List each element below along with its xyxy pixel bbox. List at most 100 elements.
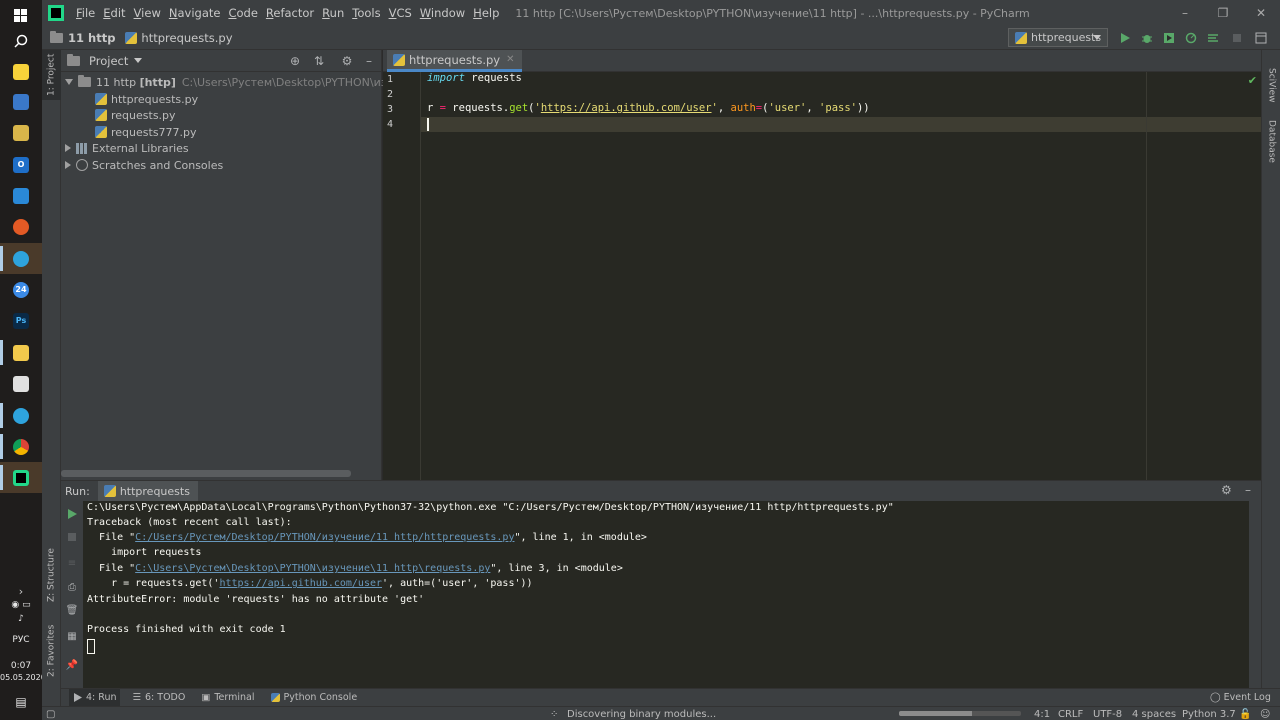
code-text-area[interactable]: import requests r = requests.get('https:…	[421, 72, 1261, 480]
url-link[interactable]: https://api.github.com/user	[219, 578, 382, 589]
tray-icons[interactable]: ◉ ▭	[0, 600, 42, 610]
tree-root[interactable]: 11 http [http] C:\Users\Рустем\Desktop\P…	[65, 74, 431, 90]
menu-code[interactable]: Code	[224, 6, 261, 20]
file-encoding[interactable]: UTF-8	[1093, 707, 1122, 720]
hide-panel-icon[interactable]: –	[1245, 483, 1251, 497]
tab-database-tool[interactable]: Database	[1262, 114, 1280, 168]
menu-tools[interactable]: Tools	[348, 6, 384, 20]
gear-icon[interactable]: ⚙	[340, 54, 354, 68]
menu-help[interactable]: Help	[469, 6, 503, 20]
taskbar-tools-app[interactable]	[0, 117, 42, 148]
concurrency-button[interactable]	[1206, 31, 1220, 45]
taskbar-network-app[interactable]	[0, 86, 42, 117]
stop-button[interactable]	[1230, 31, 1244, 45]
run-icon	[1121, 33, 1130, 43]
tree-file-requests[interactable]: requests.py	[95, 107, 176, 123]
taskbar-sticky-notes[interactable]	[0, 56, 42, 87]
tree-external-libraries[interactable]: External Libraries	[65, 140, 189, 156]
print-button[interactable]: ⎙	[66, 581, 78, 593]
tab-project-tool[interactable]: 1: Project	[42, 50, 61, 100]
project-panel-title[interactable]: Project	[89, 54, 128, 68]
debug-button[interactable]	[1140, 31, 1154, 45]
locate-target-icon[interactable]: ⊕	[288, 54, 302, 68]
tool-tab-python-console[interactable]: Python Console	[267, 689, 362, 707]
taskbar-outlook[interactable]: O	[0, 149, 42, 180]
tab-sciview-tool[interactable]: SciView	[1262, 64, 1280, 106]
tool-tab-event-log[interactable]: ◯ Event Log	[1206, 689, 1275, 707]
profile-button[interactable]	[1184, 31, 1198, 45]
gear-icon[interactable]: ⚙	[1221, 483, 1232, 497]
notifications-face-icon[interactable]: ☺	[1260, 707, 1270, 720]
menu-edit[interactable]: Edit	[99, 6, 129, 20]
menu-run[interactable]: Run	[318, 6, 348, 20]
taskbar-telegram-2[interactable]	[0, 400, 42, 431]
run-button[interactable]	[1118, 31, 1132, 45]
menu-file[interactable]: File	[72, 6, 99, 20]
editor-tab-httprequests[interactable]: httprequests.py ✕	[387, 50, 523, 72]
layout-button[interactable]: ▦	[66, 630, 78, 642]
project-structure-button[interactable]	[1254, 31, 1268, 45]
breadcrumb-file[interactable]: httprequests.py	[125, 31, 233, 45]
tool-tab-run[interactable]: 4: Run	[69, 688, 121, 707]
clear-console-button[interactable]: 🗑	[66, 604, 79, 616]
menu-refactor[interactable]: Refactor	[262, 6, 318, 20]
close-button[interactable]: ✕	[1242, 0, 1280, 26]
taskbar-photoshop[interactable]: Ps	[0, 305, 42, 336]
pin-button[interactable]: 📌	[66, 659, 78, 671]
notifications-icon[interactable]: ▤	[0, 695, 42, 709]
console-output[interactable]: C:\Users\Рустем\AppData\Local\Programs\P…	[83, 501, 1249, 689]
menu-vcs[interactable]: VCS	[385, 6, 416, 20]
stop-button[interactable]	[66, 531, 78, 543]
chevron-down-icon[interactable]	[134, 58, 143, 63]
indent-setting[interactable]: 4 spaces	[1132, 707, 1176, 720]
tray-expand-icon[interactable]: ›	[0, 585, 42, 598]
language-indicator[interactable]: РУС	[0, 635, 42, 645]
hide-panel-icon[interactable]: –	[362, 54, 376, 68]
taskbar-telegram[interactable]	[0, 243, 42, 274]
tab-structure-tool[interactable]: Z: Structure	[42, 540, 61, 610]
python-interpreter[interactable]: Python 3.7	[1182, 707, 1236, 720]
tree-file-httprequests[interactable]: httprequests.py	[95, 91, 198, 107]
collapse-all-icon[interactable]: ⇅	[312, 54, 326, 68]
console-input-caret[interactable]	[87, 639, 95, 654]
traceback-link[interactable]: C:/Users/Рустем/Desktop/PYTHON/изучение/…	[135, 532, 514, 543]
right-margin-guide	[1146, 72, 1147, 480]
menu-navigate[interactable]: Navigate	[165, 6, 225, 20]
tree-file-requests777[interactable]: requests777.py	[95, 124, 197, 140]
tool-tab-todo[interactable]: ☰ 6: TODO	[128, 689, 189, 707]
taskbar-pycharm[interactable]	[0, 462, 42, 493]
clock-time[interactable]: 0:07	[0, 661, 42, 671]
rerun-button[interactable]	[66, 508, 78, 520]
menu-view[interactable]: View	[130, 6, 165, 20]
tool-tab-terminal[interactable]: ▣ Terminal	[197, 689, 258, 707]
search-button[interactable]	[0, 25, 42, 56]
inspection-ok-icon[interactable]: ✔	[1248, 74, 1257, 87]
background-task-text[interactable]: Discovering binary modules...	[567, 707, 716, 720]
taskbar-file-explorer[interactable]	[0, 337, 42, 368]
tab-favorites-tool[interactable]: 2: Favorites	[42, 618, 61, 684]
clock-date[interactable]: 05.05.2020	[0, 673, 46, 682]
restore-button[interactable]: ❐	[1204, 0, 1242, 26]
horizontal-scrollbar[interactable]	[61, 470, 351, 477]
traceback-link[interactable]: C:\Users\Рустем\Desktop\PYTHON\изучение\…	[135, 563, 490, 574]
toggle-tool-windows-icon[interactable]: ▢	[46, 707, 55, 720]
menu-window[interactable]: Window	[416, 6, 469, 20]
taskbar-calculator[interactable]	[0, 368, 42, 399]
restore-layout-button[interactable]: ≡	[66, 557, 78, 569]
line-separator[interactable]: CRLF	[1058, 707, 1083, 720]
caret-position[interactable]: 4:1	[1034, 707, 1050, 720]
coverage-button[interactable]	[1162, 31, 1176, 45]
taskbar-mail[interactable]	[0, 180, 42, 211]
breadcrumb-project[interactable]: 11 http	[50, 30, 115, 45]
run-configuration-select[interactable]: httprequests	[1008, 28, 1108, 47]
close-tab-icon[interactable]: ✕	[506, 54, 514, 65]
tree-scratches[interactable]: Scratches and Consoles	[65, 157, 223, 173]
volume-icon[interactable]: ♪	[0, 614, 42, 624]
taskbar-app[interactable]	[0, 211, 42, 242]
lock-icon[interactable]: 🔓	[1239, 707, 1251, 720]
vertical-scrollbar[interactable]	[1249, 501, 1261, 689]
taskbar-chrome[interactable]	[0, 431, 42, 462]
minimize-button[interactable]: –	[1166, 0, 1204, 26]
run-tab-httprequests[interactable]: httprequests	[97, 481, 198, 501]
taskbar-app-24[interactable]: 24	[0, 274, 42, 305]
